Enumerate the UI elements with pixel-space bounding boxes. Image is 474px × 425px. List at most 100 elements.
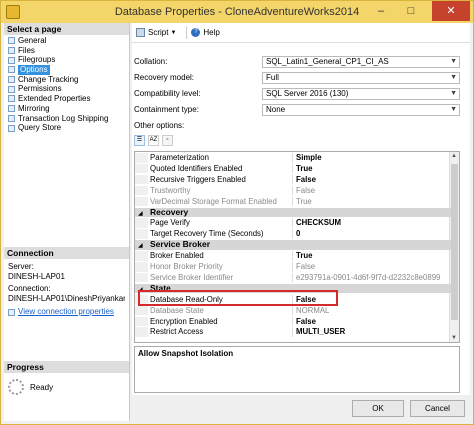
button-bar: OK Cancel	[132, 395, 470, 423]
property-name: Recursive Triggers Enabled	[150, 174, 293, 185]
property-value[interactable]: False	[293, 186, 451, 196]
property-name: VarDecimal Storage Format Enabled	[150, 196, 293, 207]
title-bar[interactable]: Database Properties - CloneAdventureWork…	[1, 1, 473, 23]
compatibility-level-select[interactable]: SQL Server 2016 (130) ▼	[262, 88, 460, 100]
property-value[interactable]: Simple	[293, 153, 451, 163]
compatibility-level-label: Compatibility level:	[134, 89, 201, 98]
server-value: DINESH-LAP01	[8, 272, 65, 281]
sidebar-item-permissions[interactable]: Permissions	[4, 84, 129, 94]
grid-row[interactable]: Honor Broker Priority False	[135, 262, 451, 272]
grid-row[interactable]: Restrict Access MULTI_USER	[135, 327, 451, 337]
sidebar-item-label: Filegroups	[18, 55, 56, 65]
help-button[interactable]: ? Help	[191, 28, 220, 37]
property-name: Trustworthy	[150, 185, 293, 196]
property-value[interactable]: CHECKSUM	[293, 218, 451, 228]
scroll-up-icon[interactable]: ▲	[451, 153, 457, 159]
property-pages-icon[interactable]: ▫	[162, 135, 173, 146]
minimize-button[interactable]: –	[367, 1, 395, 21]
cancel-button[interactable]: Cancel	[410, 400, 465, 417]
maximize-button[interactable]: □	[397, 1, 425, 21]
collation-select[interactable]: SQL_Latin1_General_CP1_CI_AS ▼	[262, 56, 460, 68]
property-value[interactable]: False	[293, 175, 451, 185]
property-name: Target Recovery Time (Seconds)	[150, 229, 293, 239]
recovery-model-select[interactable]: Full ▼	[262, 72, 460, 84]
grid-row[interactable]: VarDecimal Storage Format Enabled True	[135, 196, 451, 207]
property-value[interactable]: False	[293, 317, 451, 327]
property-value[interactable]: MULTI_USER	[293, 327, 451, 337]
containment-type-label: Containment type:	[134, 105, 199, 114]
scroll-down-icon[interactable]: ▼	[451, 335, 457, 341]
row-gutter	[135, 185, 148, 196]
page-list: General Files Filegroups Options Change Trac…	[4, 35, 129, 134]
grid-row[interactable]: Parameterization Simple	[135, 153, 451, 163]
property-value[interactable]: NORMAL	[293, 306, 451, 316]
property-name: Honor Broker Priority	[150, 262, 293, 272]
page-icon	[8, 85, 15, 93]
sidebar-item-mirroring[interactable]: Mirroring	[4, 104, 129, 114]
grid-row[interactable]: Broker Enabled True	[135, 251, 451, 261]
grid-row[interactable]: Trustworthy False	[135, 185, 451, 196]
row-gutter: ◢	[135, 207, 148, 217]
recovery-model-label: Recovery model:	[134, 73, 195, 82]
sidebar-item-query-store[interactable]: Query Store	[4, 123, 129, 133]
connection-value: DINESH-LAP01\DineshPriyankara	[8, 294, 125, 303]
property-name: Database State	[150, 305, 293, 316]
category-name: Recovery	[150, 207, 189, 217]
row-gutter	[135, 163, 148, 174]
page-icon	[8, 66, 15, 74]
property-name: Restrict Access	[150, 327, 293, 337]
grid-row[interactable]: Recursive Triggers Enabled False	[135, 174, 451, 185]
grid-category[interactable]: ◢ Recovery	[135, 207, 451, 217]
ok-button[interactable]: OK	[352, 400, 404, 417]
row-gutter	[135, 153, 148, 163]
annotation-highlight-box	[138, 290, 338, 306]
collapse-icon[interactable]: ◢	[138, 242, 143, 249]
close-button[interactable]: ✕	[432, 1, 470, 21]
sidebar-item-transaction-log-shipping[interactable]: Transaction Log Shipping	[4, 114, 129, 124]
property-value[interactable]: False	[293, 262, 451, 272]
grid-row[interactable]: Target Recovery Time (Seconds) 0	[135, 229, 451, 239]
sidebar-item-general[interactable]: General	[4, 36, 129, 46]
alphabetical-sort-icon[interactable]: AZ	[148, 135, 159, 146]
property-value[interactable]: True	[293, 197, 451, 207]
other-options-label: Other options:	[134, 121, 185, 130]
grid-row[interactable]: Database State NORMAL	[135, 305, 451, 316]
property-value[interactable]: True	[293, 251, 451, 261]
page-icon	[8, 114, 15, 122]
server-label: Server:	[8, 262, 34, 271]
page-icon	[8, 105, 15, 113]
grid-category[interactable]: ◢ Service Broker	[135, 240, 451, 250]
containment-type-select[interactable]: None ▼	[262, 104, 460, 116]
property-value[interactable]: True	[293, 164, 451, 174]
page-icon	[8, 47, 15, 55]
collation-label: Collation:	[134, 57, 168, 66]
grid-row[interactable]: Quoted Identifiers Enabled True	[135, 163, 451, 174]
toolbar: Script ▼ ? Help	[132, 23, 470, 43]
sidebar-item-change-tracking[interactable]: Change Tracking	[4, 75, 129, 85]
sidebar-item-options[interactable]: Options	[4, 65, 129, 75]
property-name: Parameterization	[150, 153, 293, 163]
grid-row[interactable]: Service Broker Identifier e293791a-0901-4…	[135, 272, 451, 283]
row-gutter	[135, 174, 148, 185]
property-name: Page Verify	[150, 218, 293, 228]
connection-label: Connection:	[8, 284, 51, 293]
progress-header: Progress	[4, 361, 129, 373]
scrollbar-thumb[interactable]	[451, 164, 458, 320]
collapse-icon[interactable]: ◢	[138, 210, 143, 217]
sidebar-item-extended-properties[interactable]: Extended Properties	[4, 94, 129, 104]
sidebar-item-files[interactable]: Files	[4, 46, 129, 56]
view-connection-properties-link[interactable]: View connection properties	[18, 307, 114, 317]
progress-spinner-icon	[8, 379, 24, 395]
property-value[interactable]: e293791a-0901-4d6f-9f7d-d2232c8e0899	[293, 273, 451, 283]
grid-row[interactable]: Page Verify CHECKSUM	[135, 218, 451, 228]
category-name: Service Broker	[150, 240, 211, 250]
script-button[interactable]: Script ▼	[136, 28, 176, 37]
grid-row[interactable]: Encryption Enabled False	[135, 316, 451, 327]
sidebar-item-label: Mirroring	[18, 103, 50, 113]
property-value[interactable]: 0	[293, 229, 451, 239]
categorized-icon[interactable]: ☰	[134, 135, 145, 146]
sidebar-item-filegroups[interactable]: Filegroups	[4, 55, 129, 65]
chevron-down-icon: ▼	[450, 90, 457, 97]
compatibility-level-row: Compatibility level: SQL Server 2016 (13…	[134, 88, 468, 100]
progress-status: Ready	[30, 382, 54, 392]
